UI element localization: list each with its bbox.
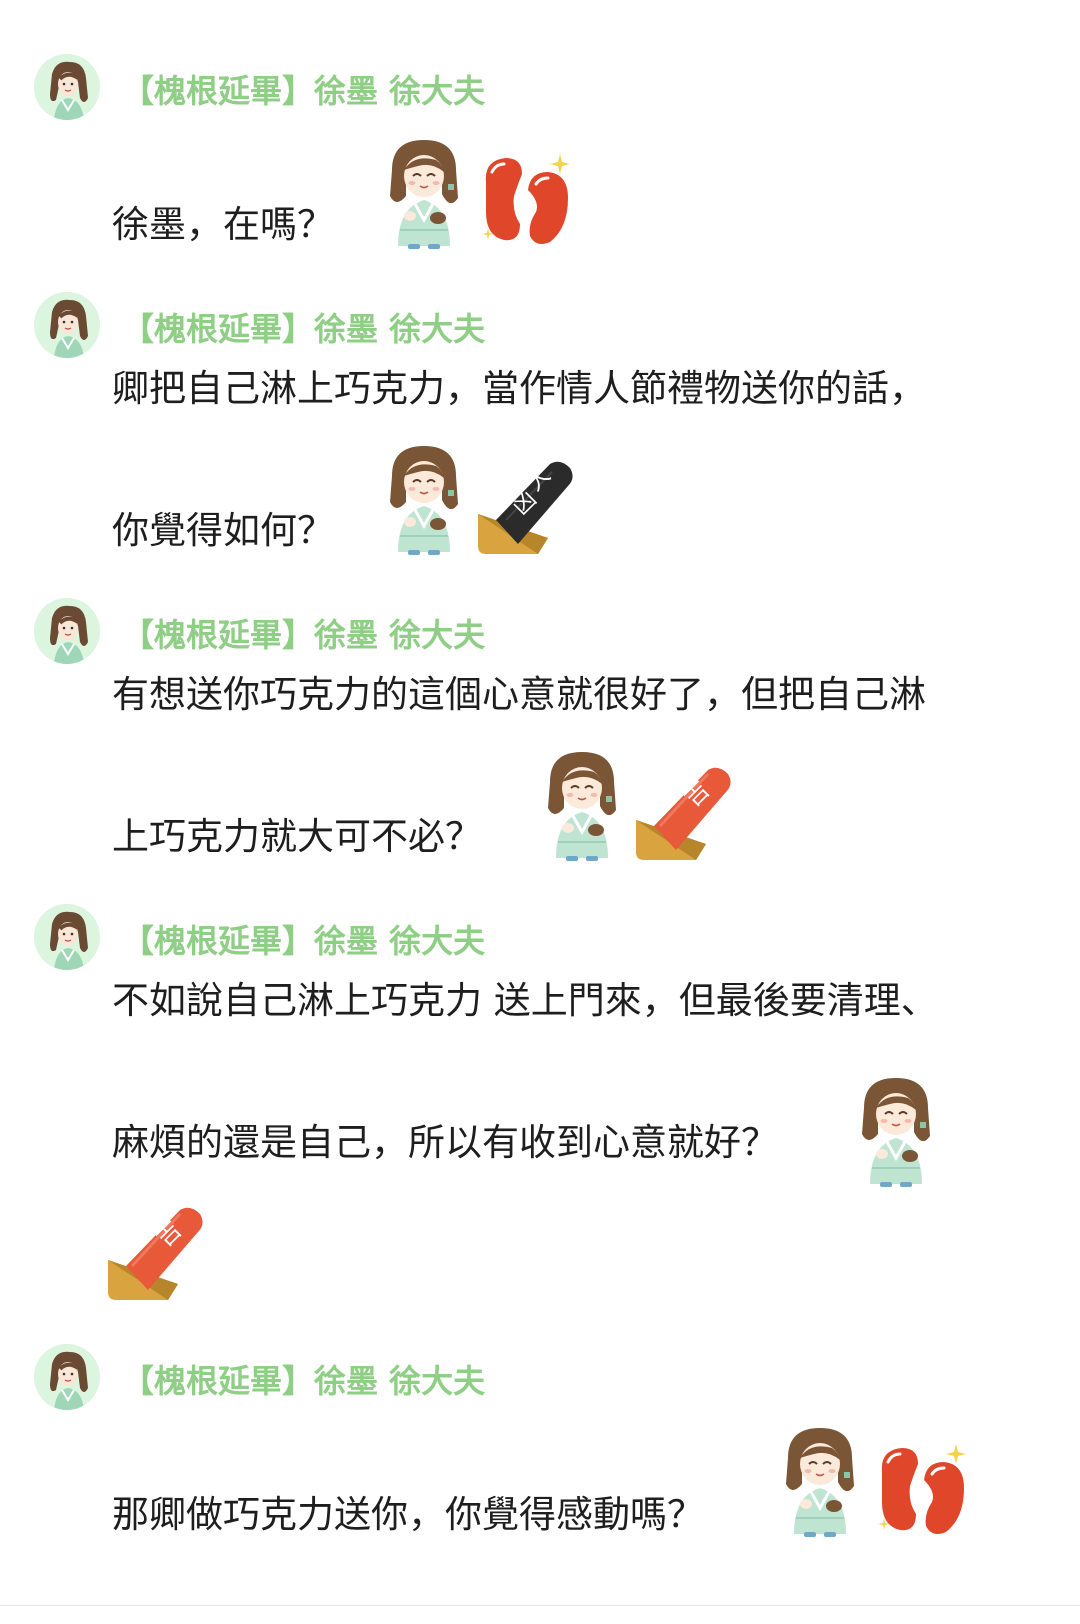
message-text: 上巧克力就大可不必？ (112, 815, 482, 858)
sender-name[interactable]: 【槐根延畢】徐墨 徐大夫 (122, 1356, 485, 1402)
sender-avatar[interactable] (34, 1344, 100, 1410)
chibi-girl-sticker (536, 746, 628, 864)
message-text: 徐墨，在嗎？ (112, 203, 334, 246)
message-text: 不如說自己淋上巧克力 送上門來，但最後要清理、 (112, 979, 938, 1022)
red-beans-sticker (874, 1440, 974, 1540)
message-text: 你覺得如何？ (112, 509, 334, 552)
sender-avatar[interactable] (34, 54, 100, 120)
sender-avatar[interactable] (34, 904, 100, 970)
message-text: 那卿做巧克力送你，你覺得感動嗎？ (112, 1493, 704, 1536)
bottom-divider (0, 1605, 1080, 1606)
fortune-stick-ji-sticker (108, 1204, 208, 1304)
chibi-girl-sticker (378, 134, 470, 252)
message-text: 有想送你巧克力的這個心意就很好了，但把自己淋 (112, 673, 926, 716)
sender-avatar[interactable] (34, 598, 100, 664)
fortune-stick-ji-sticker (636, 764, 736, 864)
chibi-girl-sticker (850, 1072, 942, 1190)
sender-name[interactable]: 【槐根延畢】徐墨 徐大夫 (122, 610, 485, 656)
chibi-girl-sticker (378, 440, 470, 558)
sender-avatar[interactable] (34, 292, 100, 358)
sender-name[interactable]: 【槐根延畢】徐墨 徐大夫 (122, 66, 485, 112)
sender-name[interactable]: 【槐根延畢】徐墨 徐大夫 (122, 916, 485, 962)
message-text: 麻煩的還是自己，所以有收到心意就好？ (112, 1121, 778, 1164)
sender-name[interactable]: 【槐根延畢】徐墨 徐大夫 (122, 304, 485, 350)
chibi-girl-sticker (774, 1422, 866, 1540)
message-text: 卿把自己淋上巧克力，當作情人節禮物送你的話， (112, 367, 926, 410)
fortune-stick-daxiong-sticker (478, 458, 578, 558)
red-beans-sticker (478, 150, 578, 250)
